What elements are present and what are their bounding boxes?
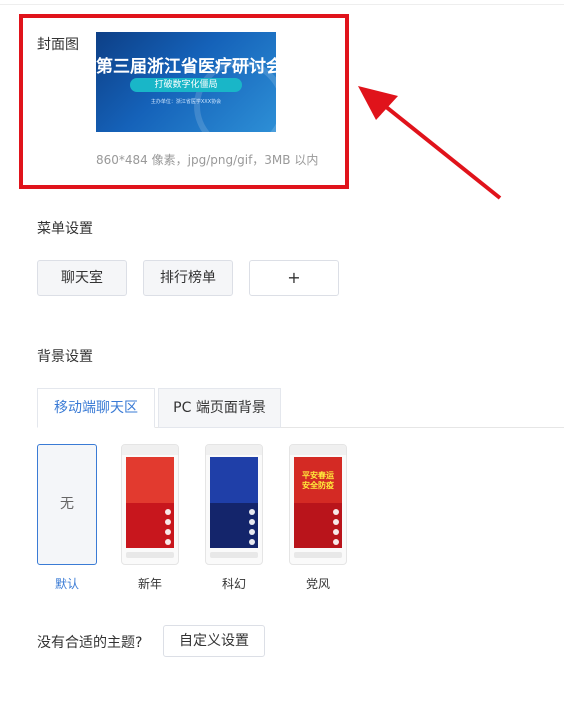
cover-image-subtitle: 打破数字化僵局	[130, 78, 242, 92]
theme-screen	[126, 457, 174, 548]
add-menu-button[interactable]: +	[249, 260, 339, 296]
theme-screen	[210, 457, 258, 548]
tab-mobile-chat[interactable]: 移动端聊天区	[37, 388, 155, 428]
custom-settings-button[interactable]: 自定义设置	[163, 625, 265, 657]
background-settings-title: 背景设置	[37, 349, 93, 365]
menu-item-chatroom[interactable]: 聊天室	[37, 260, 127, 296]
cover-image-small-text: 主办单位：浙江省医学XXX协会	[150, 99, 222, 105]
cover-hint: 860*484 像素，jpg/png/gif，3MB 以内	[96, 153, 319, 167]
custom-theme-question: 没有合适的主题?	[37, 635, 143, 651]
theme-label-scifi: 科幻	[221, 577, 246, 591]
theme-label-newyear: 新年	[137, 577, 162, 591]
theme-label-default: 默认	[54, 577, 79, 591]
cover-label: 封面图	[37, 37, 79, 53]
cover-image[interactable]: 第三届浙江省医疗研讨会 打破数字化僵局 主办单位：浙江省医学XXX协会	[96, 32, 276, 132]
tab-pc-background[interactable]: PC 端页面背景	[158, 388, 281, 428]
theme-default-card[interactable]: 无	[37, 444, 97, 565]
cover-image-title: 第三届浙江省医疗研讨会	[96, 57, 276, 77]
theme-newyear-card[interactable]	[121, 444, 179, 565]
theme-label-party: 党风	[305, 577, 330, 591]
theme-banner-text: 平安春运 安全防疫	[302, 471, 334, 490]
theme-scifi-card[interactable]	[205, 444, 263, 565]
red-arrow-icon	[358, 86, 502, 200]
theme-party-card[interactable]: 平安春运 安全防疫	[289, 444, 347, 565]
theme-screen: 平安春运 安全防疫	[294, 457, 342, 548]
menu-item-leaderboard[interactable]: 排行榜单	[143, 260, 233, 296]
menu-settings-title: 菜单设置	[37, 221, 93, 237]
top-divider	[0, 4, 564, 5]
